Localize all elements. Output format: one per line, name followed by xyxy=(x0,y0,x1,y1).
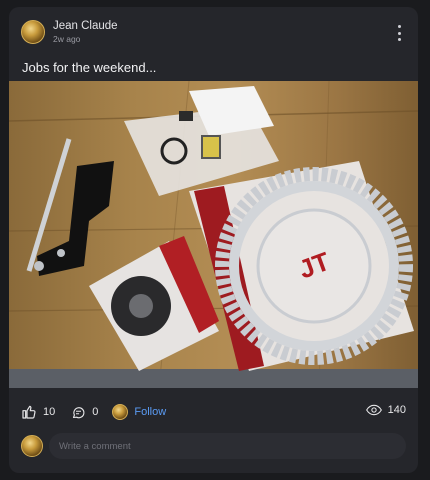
post-image[interactable]: JT xyxy=(9,81,418,388)
post-time: 2w ago xyxy=(53,34,81,44)
author-name[interactable]: Jean Claude xyxy=(53,20,118,33)
thumbs-up-icon xyxy=(22,405,36,419)
follow-button[interactable]: Follow xyxy=(112,404,166,420)
post-actions: 10 0 Follow 140 xyxy=(21,401,406,423)
post-header: Jean Claude 2w ago xyxy=(21,20,118,44)
comment-input[interactable] xyxy=(57,439,406,453)
comment-count: 0 xyxy=(92,406,99,418)
author-avatar[interactable] xyxy=(21,20,45,44)
post-text: Jobs for the weekend... xyxy=(22,60,157,75)
views-counter: 140 xyxy=(365,404,406,416)
like-count: 10 xyxy=(43,406,56,418)
current-user-avatar xyxy=(21,435,43,457)
author-meta: Jean Claude 2w ago xyxy=(53,20,118,44)
comment-icon xyxy=(73,406,85,418)
more-vertical-icon[interactable] xyxy=(396,25,402,41)
follow-avatar xyxy=(112,404,129,420)
eye-icon xyxy=(365,404,382,416)
comment-button[interactable]: 0 xyxy=(71,405,98,420)
comment-box[interactable] xyxy=(49,433,406,459)
follow-label: Follow xyxy=(134,406,167,418)
comment-composer xyxy=(21,431,406,461)
post-card: Jean Claude 2w ago Jobs for the weekend.… xyxy=(9,7,418,473)
view-count: 140 xyxy=(387,404,406,416)
like-button[interactable]: 10 xyxy=(21,404,55,420)
